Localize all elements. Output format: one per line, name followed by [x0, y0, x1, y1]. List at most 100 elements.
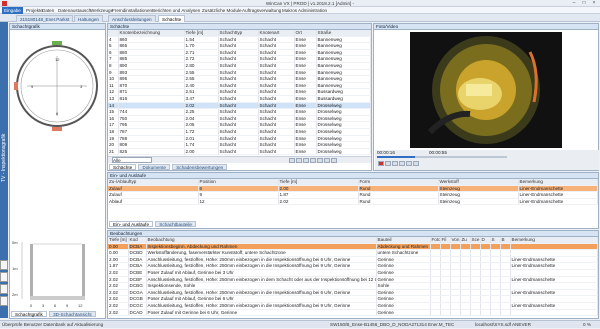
next-record-button[interactable] — [310, 158, 316, 163]
table-cell: Schacht — [218, 115, 259, 123]
shaft-row[interactable]: 17 795 2.05 Schacht Schacht Ense Drosselweg — [108, 121, 371, 129]
table-cell: Rund — [358, 191, 439, 199]
add-record-button[interactable] — [324, 158, 330, 163]
shaft-row[interactable]: 9 893 2.55 Schacht Schacht Ense Bannenweg — [108, 69, 371, 77]
col-obs-tiefe[interactable]: Tiefe [m] — [108, 237, 129, 244]
table-cell — [460, 269, 471, 277]
table-cell: Abdeckung und Rahmen — [376, 243, 431, 251]
col-foto[interactable]: Foto — [430, 237, 441, 244]
menu-werkzeuge[interactable]: Werkzeuge — [90, 7, 113, 14]
shaft-row[interactable]: 14 2.02 Schacht Schacht Ense Drosselweg — [108, 102, 371, 110]
observation-row[interactable]: 0.00 DCBA Inspektionsbeginn, Abdeckung und… — [108, 243, 598, 251]
close-icon[interactable]: × — [589, 0, 599, 7]
tab-documents[interactable]: Dokumente — [138, 164, 170, 170]
shaft-row[interactable]: 13 816 3.47 Schacht Schacht Ense Bussardweg — [108, 95, 371, 103]
shaft-row[interactable]: 12 871 2.51 Schacht Schacht Ense Bussardweg — [108, 88, 371, 96]
shaft-row[interactable]: 15 744 2.25 Schacht Schacht Ense Drosselweg — [108, 108, 371, 116]
menu-fremdinstallationen[interactable]: Fremdinstallationen — [112, 7, 152, 14]
shaft-row[interactable]: 18 787 1.72 Schacht Schacht Ense Drosselweg — [108, 128, 371, 136]
shaft-row[interactable]: 5 865 1.70 Schacht Schacht Ense Bannenweg — [108, 42, 371, 50]
table-cell: Drosselweg — [316, 135, 371, 143]
io-row[interactable]: Zulauf 9 1.87 Rund Steinzeug Liner-Endmansche… — [108, 191, 598, 199]
table-cell — [490, 256, 501, 264]
tab-bauteile[interactable]: Schachtbauteile — [155, 221, 196, 227]
shaft-row[interactable]: 10 895 2.55 Schacht Schacht Ense Bannenweg — [108, 75, 371, 83]
menu-module[interactable]: Zusätzliche Module — [202, 7, 242, 14]
shaft-row[interactable]: 7 885 2.72 Schacht Schacht Ense Bannenweg — [108, 55, 371, 63]
menu-eingabe[interactable]: Eingabe — [2, 7, 23, 14]
table-cell: 2.02 — [108, 269, 129, 277]
io-row[interactable]: Zulauf 6 2.00 Rund Steinzeug Liner-Endmansche… — [108, 185, 598, 193]
stop-button[interactable] — [385, 161, 391, 166]
first-record-button[interactable] — [289, 158, 295, 163]
shaft-row[interactable]: 21 825 2.00 Schacht Schacht Ense Drosselweg — [108, 148, 371, 156]
observation-row[interactable]: 1.87 DCBA Anschlussleitung, fest/offen, Hö… — [108, 262, 598, 270]
menu-makros[interactable]: Makros — [282, 7, 297, 14]
measure-icon[interactable] — [0, 296, 8, 306]
observation-row[interactable]: 0.00 DCBD Werkstoffänderung, faserverstärk… — [108, 249, 598, 257]
tab-schaechte[interactable]: Schächte — [158, 15, 186, 22]
table-cell: 5 — [108, 42, 119, 50]
last-record-button[interactable] — [317, 158, 323, 163]
observation-row[interactable]: 2.02 DCBE Poser Zulauf mit Ablauf, Gerinne… — [108, 269, 598, 277]
maximize-icon[interactable]: □ — [579, 0, 589, 7]
table-cell: 0.00 — [108, 249, 129, 257]
tab-io[interactable]: Ein- und Ausläufe — [109, 221, 154, 227]
shaft-plan-view[interactable]: 12 3 6 9 — [10, 31, 105, 139]
table-cell: Schacht — [258, 108, 295, 116]
record-button[interactable] — [378, 161, 384, 166]
observation-row[interactable]: 2.02 DCAD Poser Zulauf mit Gerinne bei 6 U… — [108, 309, 598, 317]
shaft-row[interactable]: 4 860 1.54 Schacht Schacht Ense Bannenweg — [108, 36, 371, 44]
observation-row[interactable]: 2.00 DCBA Anschlussleitung, fest/offen, Hö… — [108, 256, 598, 264]
play-button[interactable] — [303, 158, 309, 163]
table-cell — [440, 249, 451, 257]
table-cell: 2.72 — [184, 55, 219, 63]
prev-record-button[interactable] — [296, 158, 302, 163]
table-cell: 1.87 — [278, 191, 359, 199]
delete-record-button[interactable] — [331, 158, 337, 163]
observation-row[interactable]: 2.02 DCBG Inspektionsende, Sohle Sohle — [108, 282, 598, 290]
shaft-row[interactable]: 6 880 2.71 Schacht Schacht Ense Bannenweg — [108, 49, 371, 57]
col-von[interactable]: Von — [450, 237, 461, 244]
shaft-row[interactable]: 11 870 2.40 Schacht Schacht Ense Bannenweg — [108, 82, 371, 90]
tab-project[interactable]: 215180148_Ener.Parkst — [16, 15, 74, 22]
shaft-row[interactable]: 20 809 1.74 Schacht Schacht Ense Drosselweg — [108, 141, 371, 149]
menu-projekte[interactable]: Projekte — [26, 7, 43, 14]
video-play-button[interactable] — [399, 161, 405, 166]
rewind-button[interactable] — [392, 161, 398, 166]
tab-3d-view[interactable]: 3D-Schachtansicht — [49, 311, 96, 317]
shaft-row[interactable]: 16 750 2.04 Schacht Schacht Ense Drosselweg — [108, 115, 371, 123]
table-cell: DCBF — [128, 276, 147, 284]
shaft-row[interactable]: 8 890 2.80 Schacht Schacht Ense Bannenweg — [108, 62, 371, 70]
tab-damage[interactable]: Schadensbewertungen — [172, 164, 228, 170]
inspection-video[interactable] — [410, 32, 562, 148]
menu-daten[interactable]: Daten — [42, 7, 54, 14]
shaft-row[interactable]: 19 788 2.01 Schacht Schacht Ense Drosselweg — [108, 135, 371, 143]
observation-row[interactable]: 2.02 DCGC Anschlussleitung, fest/offen, Hö… — [108, 302, 598, 310]
tab-schachtgrafik[interactable]: Schachtgrafik — [11, 311, 47, 317]
observation-row[interactable]: 2.02 DCGB Poser Zulauf mit Ablauf, Gerinne… — [108, 295, 598, 303]
io-panel: Ein- und Ausläufe Zu-/Ablauftyp Position… — [107, 172, 599, 229]
io-row[interactable]: Ablauf 12 2.02 Rund Steinzeug Liner-Endmansch… — [108, 198, 598, 206]
filter-select[interactable]: Alle — [112, 157, 152, 163]
observation-row[interactable]: 2.02 DCBF Anschlussleitung, fest/offen, Hö… — [108, 276, 598, 284]
edit-icon[interactable] — [0, 260, 8, 270]
observation-row[interactable]: 2.02 DCGA Anschlussleitung, fest/offen, Hö… — [108, 289, 598, 297]
table-cell: 2.05 — [184, 121, 219, 129]
shafts-table: Knotenbezeichnung Tiefe [m] Schachttyp K… — [108, 30, 371, 156]
shaft-side-view[interactable]: 0m 1m 2m 0 3 6 9 12 — [10, 234, 105, 309]
tab-anschlussleitungen[interactable]: Anschlussleitungen — [108, 15, 156, 22]
menu-datenaustausch[interactable]: Datenaustausch — [58, 7, 91, 14]
check-icon[interactable] — [0, 272, 8, 282]
menu-administration[interactable]: Administration — [298, 7, 327, 14]
forward-button[interactable] — [406, 161, 412, 166]
minimize-icon[interactable]: – — [569, 0, 579, 7]
col-sce[interactable]: Sce — [470, 237, 481, 244]
menu-auftragsverwaltung[interactable]: Auftragsverwaltung — [242, 7, 281, 14]
menu-berichten[interactable]: Berichten und Analysen — [152, 7, 200, 14]
tab-haltungen[interactable]: Haltungen — [74, 15, 103, 22]
tab-shafts[interactable]: Schächte — [109, 164, 137, 170]
tools-icon[interactable] — [0, 284, 8, 294]
snapshot-button[interactable] — [413, 161, 419, 166]
video-progress[interactable] — [377, 156, 507, 158]
